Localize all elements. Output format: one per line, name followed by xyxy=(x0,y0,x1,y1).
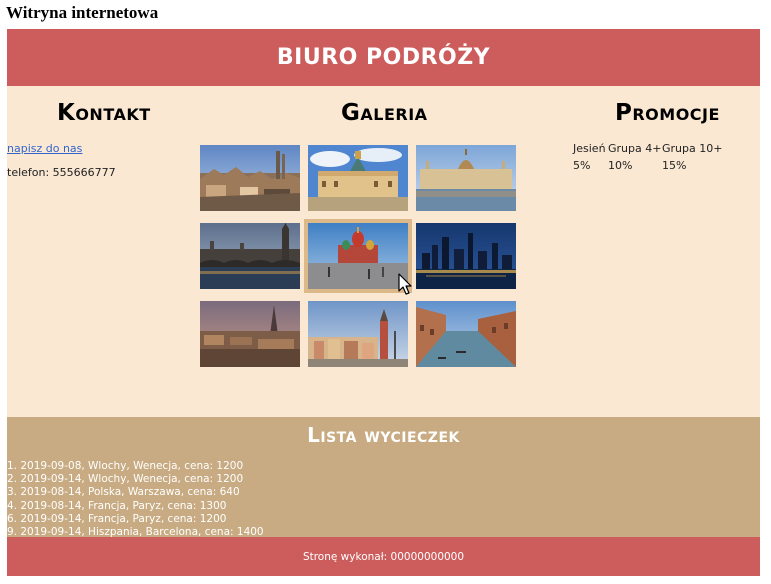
promo-row: Jesień Grupa 4+ Grupa 10+ xyxy=(573,142,722,159)
site-banner: BIURO PODRÓŻY xyxy=(7,29,760,86)
gallery-photo-barcelona[interactable] xyxy=(200,145,300,211)
promo-cell: 15% xyxy=(662,159,687,172)
list-item: 6. 2019-09-14, Francja, Paryz, cena: 120… xyxy=(7,512,227,525)
gallery-photo-paris[interactable] xyxy=(200,301,300,367)
contact-email-link[interactable]: napisz do nas xyxy=(7,142,82,155)
gallery-photo-warsaw[interactable] xyxy=(308,301,408,367)
promo-row: 5% 10% 15% xyxy=(573,159,722,176)
london-westminster-photo xyxy=(200,223,300,289)
gallery-photo-berlin[interactable] xyxy=(308,145,408,211)
gallery-photo-london[interactable] xyxy=(200,223,300,289)
list-item: 2. 2019-09-14, Wlochy, Wenecja, cena: 12… xyxy=(7,473,244,486)
gallery-photo-venice[interactable] xyxy=(416,301,516,367)
trips-section: Lista wycieczek 1. 2019-09-08, Wlochy, W… xyxy=(7,417,760,539)
list-item: 3. 2019-08-14, Polska, Warszawa, cena: 6… xyxy=(7,486,240,499)
trips-list: 1. 2019-09-08, Wlochy, Wenecja, cena: 12… xyxy=(7,460,264,539)
page-title: Witryna internetowa xyxy=(6,3,159,22)
warsaw-old-town-photo xyxy=(308,301,408,367)
venice-grand-canal-photo xyxy=(416,301,516,367)
promo-cell: 5% xyxy=(573,159,591,172)
contact-phone: telefon: 555666777 xyxy=(7,166,116,179)
barcelona-gaudi-photo xyxy=(200,145,300,211)
gallery-photo-budapest[interactable] xyxy=(416,145,516,211)
list-item: 4. 2019-08-14, Francja, Paryz, cena: 130… xyxy=(7,499,227,512)
trips-heading: Lista wycieczek xyxy=(307,423,460,447)
moscow-red-square-photo xyxy=(308,223,408,289)
gallery-photo-new-york[interactable] xyxy=(416,223,516,289)
gallery-photo-moscow[interactable] xyxy=(304,219,412,293)
footer-author: Stronę wykonał: 00000000000 xyxy=(302,550,465,563)
main-section: Kontakt Galeria Promocje napisz do nas t… xyxy=(7,86,760,417)
promocje-heading: Promocje xyxy=(615,100,720,126)
promo-cell: Jesień xyxy=(573,142,606,155)
promo-cell: 10% xyxy=(608,159,633,172)
banner-title: BIURO PODRÓŻY xyxy=(276,45,491,70)
promo-cell: Grupa 10+ xyxy=(662,142,723,155)
berlin-charlottenburg-photo xyxy=(308,145,408,211)
promotions-table: Jesień Grupa 4+ Grupa 10+ 5% 10% 15% xyxy=(573,142,722,176)
site-frame: BIURO PODRÓŻY Kontakt Galeria Promocje n… xyxy=(7,29,760,576)
paris-eiffel-photo xyxy=(200,301,300,367)
site-footer: Stronę wykonał: 00000000000 xyxy=(7,537,760,576)
promo-cell: Grupa 4+ xyxy=(608,142,662,155)
list-item: 1. 2019-09-08, Wlochy, Wenecja, cena: 12… xyxy=(7,460,244,472)
galeria-heading: Galeria xyxy=(341,100,428,126)
photo-gallery xyxy=(200,145,516,367)
kontakt-heading: Kontakt xyxy=(57,100,151,126)
budapest-parliament-photo xyxy=(416,145,516,211)
new-york-skyline-photo xyxy=(416,223,516,289)
